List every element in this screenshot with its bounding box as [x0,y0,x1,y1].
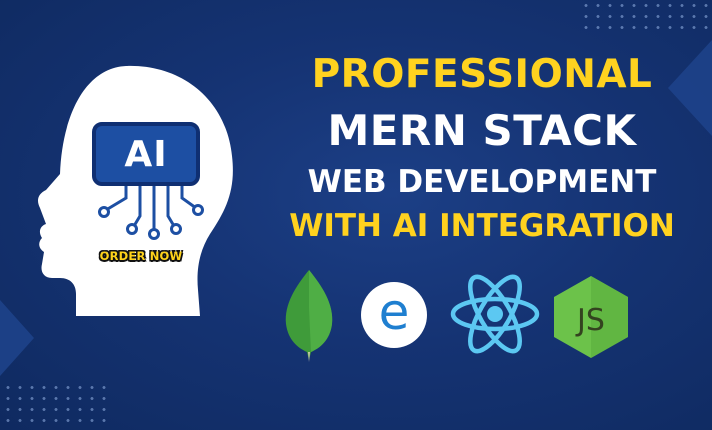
headline-line-4: WITH AI INTEGRATION [289,208,675,244]
ai-chip-icon: AI [92,122,200,186]
mongodb-logo-icon [285,270,333,362]
head-silhouette-icon [38,65,233,316]
express-logo-icon: e [361,282,427,348]
headline-line-1: PROFESSIONAL [311,52,653,97]
ai-head-graphic [30,58,252,320]
nodejs-logo-text: JS [575,303,605,338]
nodejs-logo-icon: JS [554,276,628,358]
headline-line-2: MERN STACK [327,106,637,155]
order-now-button[interactable]: ORDER NOW [92,245,190,267]
ai-chip-label: AI [124,133,168,175]
dot-pattern-bottom-left [2,382,114,428]
headline-line-3: WEB DEVELOPMENT [307,164,657,200]
gig-banner: AI ORDER NOW PROFESSIONAL MERN STACK WEB… [0,0,712,430]
dot-pattern-top-right [580,0,712,34]
express-logo-letter: e [378,283,410,341]
react-logo-icon [450,274,540,354]
